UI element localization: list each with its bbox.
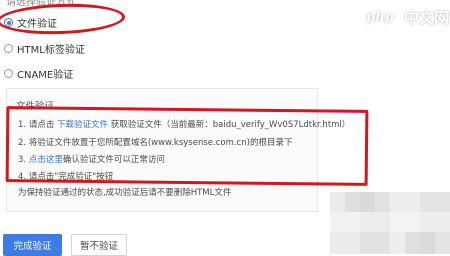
watermark-text: 中文网: [404, 8, 450, 27]
annotation-rectangle: [5, 106, 369, 186]
keep-file-note: 为保持验证通过的状态,成功验证后请不要删除HTML文件: [18, 188, 232, 198]
method-label: CNAME验证: [17, 70, 74, 81]
watermark-logo: php 中文网: [358, 4, 449, 30]
radio-unchecked-icon[interactable]: [4, 69, 13, 78]
method-option-html[interactable]: HTML标签验证: [4, 41, 85, 56]
method-label: HTML标签验证: [17, 45, 85, 56]
complete-verification-button[interactable]: 完成验证: [3, 234, 62, 256]
method-option-cname[interactable]: CNAME验证: [4, 66, 73, 81]
radio-unchecked-icon[interactable]: [4, 44, 13, 53]
php-logo-icon: php: [358, 4, 402, 30]
skip-verification-button[interactable]: 暂不验证: [71, 234, 127, 256]
blur-overlay: [330, 192, 450, 254]
